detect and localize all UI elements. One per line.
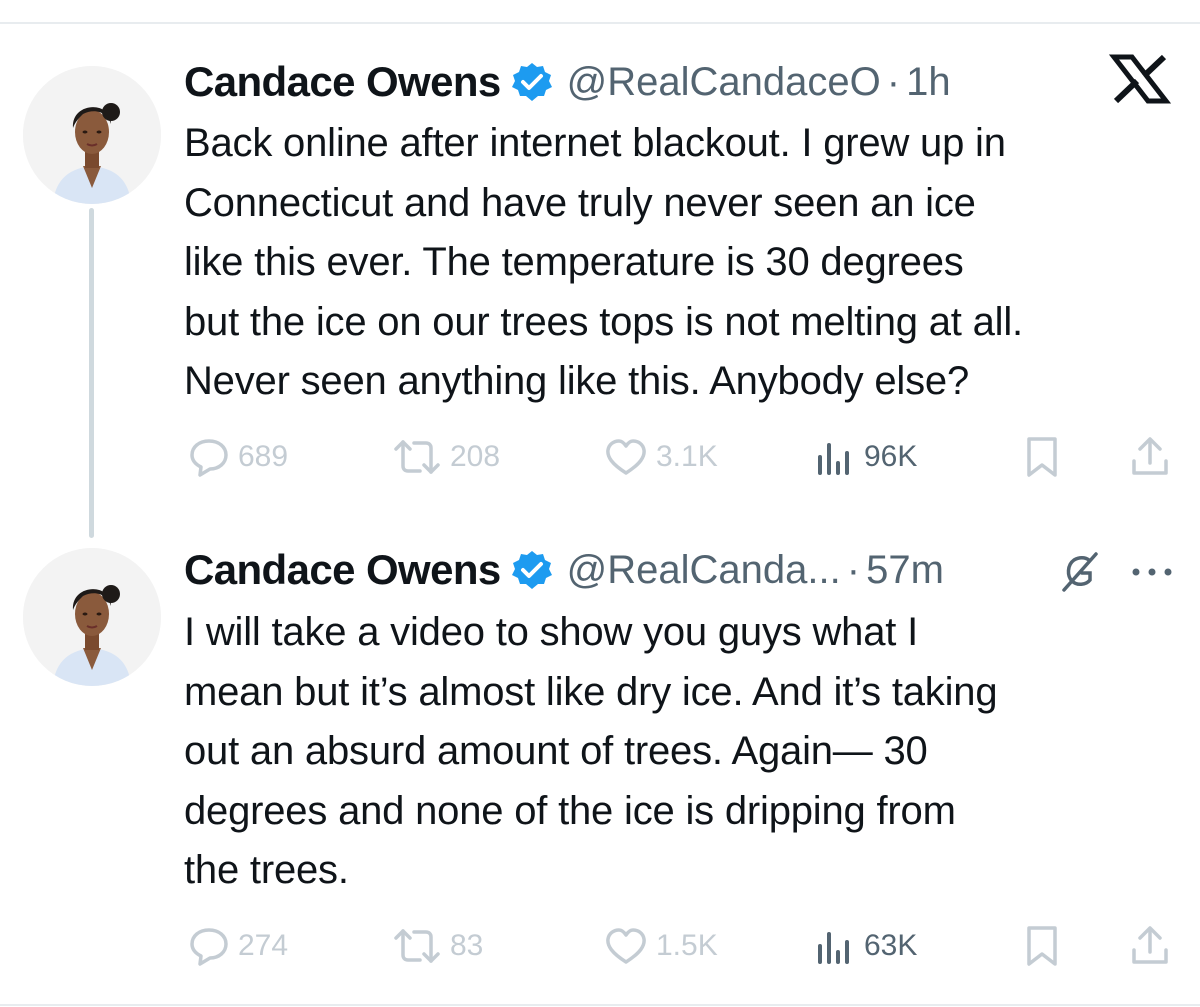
reply-icon — [190, 928, 228, 966]
reply-button[interactable]: 689 — [188, 432, 288, 482]
reply-count: 689 — [238, 440, 289, 473]
separator-dot: · — [886, 59, 901, 104]
bookmark-icon — [1027, 437, 1057, 477]
share-button[interactable] — [1130, 432, 1170, 482]
author-handle[interactable]: @RealCandaceO — [567, 60, 881, 105]
views-button[interactable]: 63K — [816, 921, 917, 971]
bookmark-icon — [1027, 926, 1057, 966]
views-icon — [818, 443, 849, 475]
views-icon — [818, 932, 849, 964]
repost-button[interactable]: 83 — [392, 921, 483, 971]
bottom-divider — [0, 1004, 1200, 1006]
share-button[interactable] — [1130, 921, 1170, 971]
like-count: 3.1K — [656, 440, 718, 473]
avatar[interactable] — [23, 548, 161, 686]
grok-icon[interactable] — [1056, 548, 1104, 596]
tweet-text: I will take a video to show you guys wha… — [184, 603, 1184, 901]
repost-icon — [394, 929, 440, 963]
views-count: 96K — [864, 440, 918, 473]
share-icon — [1132, 926, 1168, 964]
action-bar: 689 208 3.1K 96K — [184, 432, 1184, 482]
author-name[interactable]: Candace Owens — [184, 546, 501, 594]
repost-count: 208 — [450, 440, 501, 473]
tweet-text-line: but the ice on our trees tops is not mel… — [184, 299, 1023, 344]
timestamp[interactable]: 57m — [866, 548, 944, 593]
author-name[interactable]: Candace Owens — [184, 58, 501, 106]
repost-icon — [394, 440, 440, 474]
verified-badge-icon — [511, 549, 553, 591]
like-button[interactable]: 1.5K — [604, 921, 718, 971]
reply-icon — [190, 439, 228, 477]
author-handle[interactable]: @RealCanda... — [567, 548, 841, 593]
tweet-text: Back online after internet blackout. I g… — [184, 114, 1184, 412]
tweet-header: Candace Owens @RealCandaceO · 1h — [184, 52, 1184, 112]
tweet-text-line: like this ever. The temperature is 30 de… — [184, 240, 964, 284]
reply-button[interactable]: 274 — [188, 921, 288, 971]
repost-count: 83 — [450, 929, 484, 962]
views-count: 63K — [864, 929, 918, 962]
top-divider — [0, 22, 1200, 24]
tweet-text-line: I will take a video to show you guys wha… — [184, 610, 918, 654]
like-count: 1.5K — [656, 929, 718, 962]
tweet-text-line: mean but it’s almost like dry ice. And i… — [184, 669, 998, 714]
action-bar: 274 83 1.5K 63K — [184, 921, 1184, 971]
like-icon — [606, 928, 646, 964]
like-button[interactable]: 3.1K — [604, 432, 718, 482]
repost-button[interactable]: 208 — [392, 432, 500, 482]
views-button[interactable]: 96K — [816, 432, 917, 482]
more-icon[interactable] — [1130, 562, 1174, 582]
tweet-text-line: the trees. — [184, 848, 349, 892]
tweet-text-line: degrees and none of the ice is dripping … — [184, 788, 956, 833]
tweet-text-line: out an absurd amount of trees. Again— 30 — [184, 729, 928, 773]
like-icon — [606, 439, 646, 475]
thread-connector-line — [89, 208, 94, 538]
verified-badge-icon — [511, 61, 553, 103]
tweet-text-line: Never seen anything like this. Anybody e… — [184, 359, 970, 403]
tweet-text-line: Back online after internet blackout. I g… — [184, 121, 1006, 165]
reply-count: 274 — [238, 929, 289, 962]
tweet-text-line: Connecticut and have truly never seen an… — [184, 180, 976, 225]
tweet-header: Candace Owens @RealCanda... · 57m — [184, 540, 1184, 600]
bookmark-button[interactable] — [1024, 921, 1060, 971]
avatar[interactable] — [23, 66, 161, 204]
separator-dot: · — [846, 547, 861, 592]
timestamp[interactable]: 1h — [906, 60, 951, 105]
share-icon — [1132, 437, 1168, 475]
bookmark-button[interactable] — [1024, 432, 1060, 482]
